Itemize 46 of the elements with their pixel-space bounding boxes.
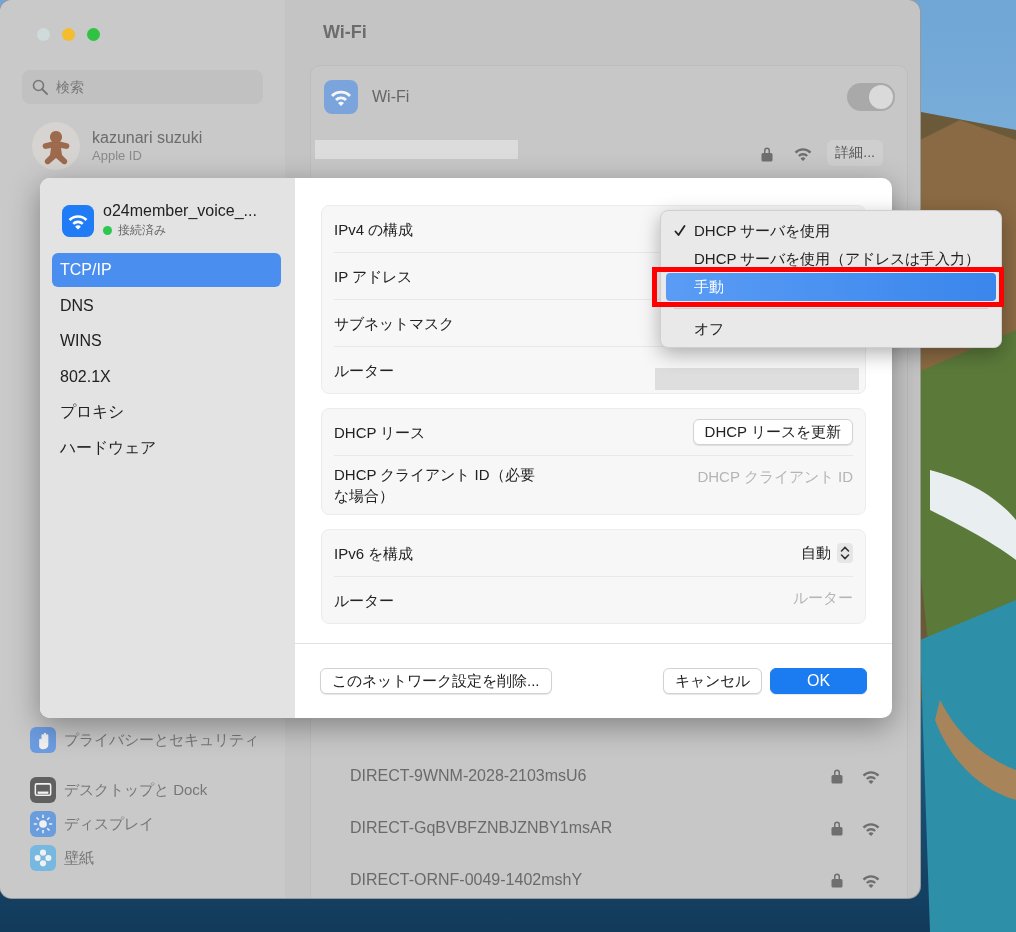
- sidebar-tab[interactable]: プロキシ: [52, 395, 281, 429]
- wifi-icon: [324, 80, 358, 114]
- input-field[interactable]: ルーター: [633, 589, 853, 606]
- flower-icon: [30, 845, 56, 871]
- account-name: kazunari suzuki: [92, 129, 203, 147]
- popup-button[interactable]: 自動: [801, 543, 853, 563]
- menu-item[interactable]: DHCP サーバを使用: [666, 217, 996, 245]
- wifi-icon: [62, 204, 94, 237]
- delete-button[interactable]: このネットワーク設定を削除...: [320, 668, 552, 694]
- sidebar-tab[interactable]: ハードウェア: [52, 430, 281, 465]
- wifi-toggle[interactable]: [847, 83, 895, 111]
- row-label: ルーター: [334, 590, 394, 611]
- zoom-button[interactable]: [87, 28, 100, 41]
- row-label: IPv4 の構成: [334, 219, 414, 240]
- row-label: IPv6 を構成: [334, 543, 414, 564]
- wifi-label: Wi-Fi: [372, 88, 411, 106]
- chevron-icon: [837, 543, 853, 563]
- minimize-button[interactable]: [62, 28, 75, 41]
- cancel-button[interactable]: キャンセル: [663, 668, 762, 694]
- sidebar-tab[interactable]: 802.1X: [52, 359, 281, 394]
- ok-button[interactable]: OK: [770, 668, 867, 694]
- row-label: DHCP リース: [334, 422, 426, 443]
- status-text: 接続済み: [118, 222, 166, 239]
- wifi-signal-icon: [861, 872, 881, 888]
- page-title: Wi-Fi: [322, 22, 368, 43]
- wifi-signal-icon: [861, 768, 881, 784]
- row-label: サブネットマスク: [334, 313, 454, 334]
- row-label: DHCP クライアント ID（必要な場合）: [334, 465, 536, 506]
- search-field[interactable]: 検索: [22, 70, 263, 104]
- network-name: o24member_voice_...: [103, 202, 257, 220]
- search-icon: [32, 79, 48, 95]
- row-label: ルーター: [334, 360, 394, 381]
- renew-button[interactable]: DHCP リースを更新: [692, 419, 853, 445]
- row-label: IP アドレス: [334, 266, 413, 287]
- hand-icon: [30, 727, 56, 753]
- sidebar-tab[interactable]: WINS: [52, 324, 281, 358]
- details-button[interactable]: 詳細...: [827, 140, 883, 166]
- account-subtitle: Apple ID: [92, 148, 143, 163]
- avatar-icon: [32, 122, 80, 170]
- wifi-signal-icon: [793, 146, 814, 161]
- sidebar-tab[interactable]: DNS: [52, 288, 281, 323]
- wifi-signal-icon: [861, 820, 881, 836]
- display-icon: [30, 777, 56, 803]
- input-field[interactable]: DHCP クライアント ID: [633, 468, 853, 485]
- menu-item[interactable]: オフ: [666, 315, 996, 343]
- sun-icon: [30, 811, 56, 837]
